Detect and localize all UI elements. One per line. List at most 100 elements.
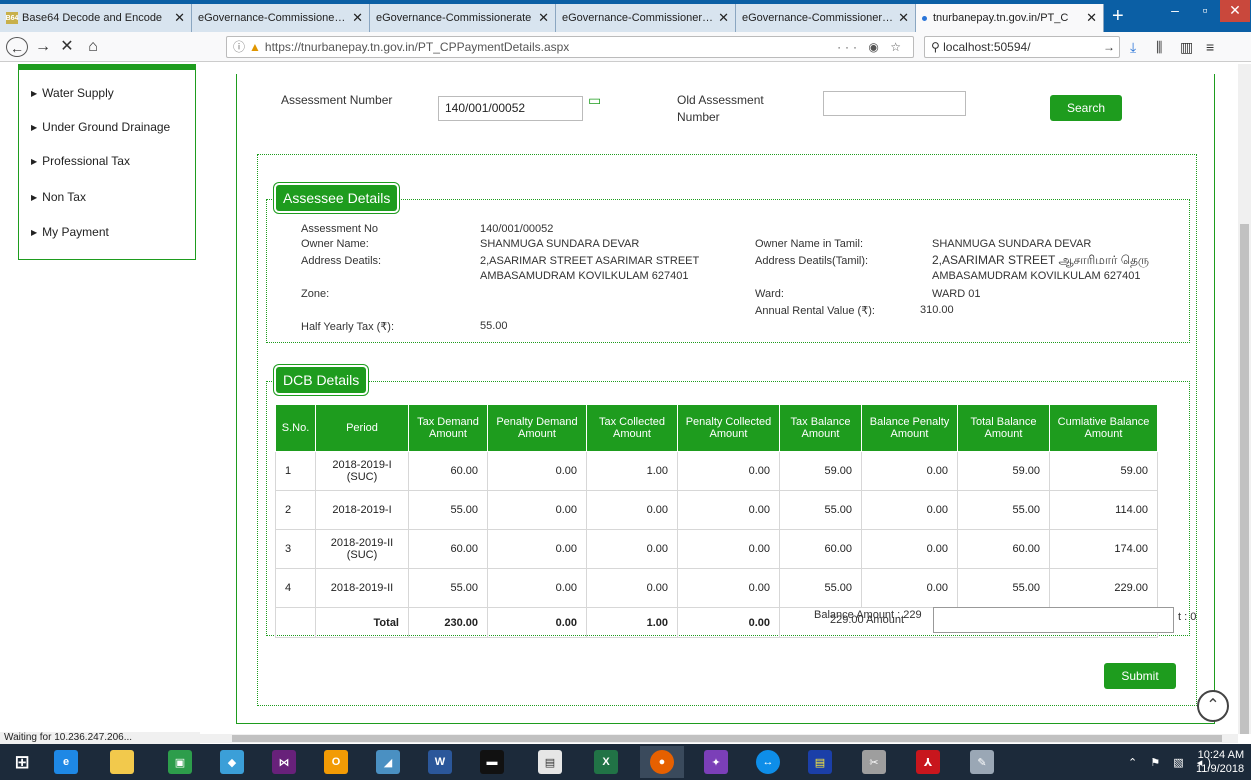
browser-tab[interactable]: eGovernance-Commissionerate ✕ [370, 4, 556, 32]
old-assessment-input[interactable] [823, 91, 966, 116]
assessment-number-input[interactable]: 140/001/00052 [438, 96, 583, 121]
browser-tab[interactable]: eGovernance-Commissionerate ✕ [192, 4, 370, 32]
col-header: Penalty Collected Amount [677, 404, 780, 452]
system-clock[interactable]: 10:24 AM 11/9/2018 [1196, 748, 1244, 776]
outlook-icon[interactable]: O [314, 746, 358, 778]
close-tab-icon[interactable]: ✕ [718, 10, 729, 26]
paint-icon[interactable]: ✎ [960, 746, 1004, 778]
network-icon[interactable]: ▧ [1173, 757, 1188, 769]
menu-item-my-payment[interactable]: ▶ My Payment [31, 225, 109, 239]
scroll-thumb[interactable] [1240, 224, 1249, 734]
snipping-tool-icon[interactable]: ✂ [852, 746, 896, 778]
address-bar[interactable]: ⓘ ▲ https://tnurbanepay.tn.gov.in/PT_CPPay… [226, 36, 914, 58]
search-icon: ⚲ [931, 40, 940, 54]
browser-tab-active[interactable]: tnurbanepay.tn.gov.in/PT_C ✕ [916, 4, 1104, 32]
back-arrow-icon[interactable]: ← [6, 37, 28, 57]
menu-icon[interactable]: ≡ [1206, 39, 1214, 55]
command-prompt-icon[interactable]: ▬ [470, 746, 514, 778]
home-icon[interactable]: ⌂ [82, 37, 104, 57]
close-tab-icon[interactable]: ✕ [898, 10, 909, 26]
acrobat-icon[interactable]: ⅄ [906, 746, 950, 778]
library-icon[interactable]: ⫼ [1156, 39, 1162, 56]
menu-item-non-tax[interactable]: ▶ Non Tax [31, 190, 86, 204]
close-tab-icon[interactable]: ✕ [1086, 10, 1097, 26]
col-header: Period [315, 404, 409, 452]
clock-time: 10:24 AM [1197, 749, 1245, 761]
scroll-thumb[interactable] [232, 735, 1222, 742]
notes-icon[interactable]: ▤ [798, 746, 842, 778]
table-cell: 0.00 [861, 451, 958, 491]
maximize-icon[interactable]: ▫ [1190, 0, 1220, 22]
vertical-scrollbar[interactable] [1238, 64, 1251, 734]
flag-icon[interactable]: ⚑ [1150, 757, 1165, 769]
menu-item-underground-drainage[interactable]: ▶ Under Ground Drainage [31, 120, 170, 134]
browser-tab[interactable]: B64 Base64 Decode and Encode ✕ [0, 4, 192, 32]
table-cell: 55.00 [957, 490, 1050, 530]
tab-title: tnurbanepay.tn.gov.in/PT_C [933, 12, 1069, 24]
owner-name-value: SHANMUGA SUNDARA DEVAR [480, 238, 640, 250]
page-actions-icon[interactable]: ··· [837, 40, 861, 54]
teamviewer-icon[interactable]: ↔ [746, 746, 790, 778]
stop-icon[interactable]: ✕ [56, 37, 78, 57]
table-cell: 2018-2019-II (SUC) [315, 529, 409, 569]
excel-icon[interactable]: X [584, 746, 628, 778]
app-icon[interactable]: ◢ [366, 746, 410, 778]
search-value: localhost:50594/ [943, 40, 1031, 54]
caret-right-icon: ▶ [31, 89, 38, 98]
search-input[interactable]: ⚲ localhost:50594/ → [924, 36, 1120, 58]
table-cell: 3 [275, 529, 316, 569]
close-tab-icon[interactable]: ✕ [538, 10, 549, 26]
go-arrow-icon[interactable]: → [1103, 37, 1115, 57]
windows-start-icon[interactable]: ⊞ [0, 746, 44, 778]
pocket-icon[interactable]: ◉ [868, 40, 882, 54]
window-close-icon[interactable]: ✕ [1220, 0, 1250, 22]
new-tab-icon[interactable]: + [1112, 6, 1124, 26]
base64-favicon-icon: B64 [6, 12, 18, 24]
table-cell: 0.00 [487, 529, 587, 569]
search-button[interactable]: Search [1050, 95, 1122, 121]
word-icon[interactable]: W [418, 746, 462, 778]
browser-tab[interactable]: eGovernance-Commissionerate ✕ [556, 4, 736, 32]
browser-nav-bar: ← → ✕ ⌂ ⓘ ▲ https://tnurbanepay.tn.gov.in/… [0, 32, 1251, 62]
table-cell: 0.00 [677, 490, 780, 530]
app-icon[interactable]: ◆ [210, 746, 254, 778]
visual-studio-icon[interactable]: ⋈ [262, 746, 306, 778]
minimize-icon[interactable]: – [1160, 0, 1190, 22]
loading-dot-icon [922, 15, 927, 21]
file-explorer-icon[interactable] [100, 746, 144, 778]
internet-explorer-icon[interactable]: e [44, 746, 88, 778]
store-icon[interactable]: ▣ [158, 746, 202, 778]
menu-item-professional-tax[interactable]: ▶ Professional Tax [31, 154, 130, 168]
sidebar-toggle-icon[interactable]: ▥ [1180, 39, 1193, 56]
table-cell: 2018-2019-I [315, 490, 409, 530]
scroll-to-top-icon[interactable]: ⌃ [1197, 690, 1229, 722]
menu-item-water-supply[interactable]: ▶ Water Supply [31, 86, 114, 100]
windows-taskbar: ⊞ e ▣ ◆ ⋈ O ◢ W ▬ ▤ X ● ✦ ↔ ▤ ✂ ⅄ ✎ ⌃ ⚑ … [0, 744, 1251, 780]
horizontal-scrollbar[interactable] [200, 734, 1238, 743]
caret-right-icon: ▶ [31, 193, 38, 202]
tray-expand-icon[interactable]: ⌃ [1128, 757, 1142, 769]
table-cell: 59.00 [957, 451, 1050, 491]
submit-button[interactable]: Submit [1104, 663, 1176, 689]
close-tab-icon[interactable]: ✕ [174, 10, 185, 26]
download-icon[interactable]: ⤓ [1130, 39, 1136, 56]
firefox-icon[interactable]: ● [640, 746, 684, 778]
caret-right-icon: ▶ [31, 157, 38, 166]
table-cell: 0.00 [861, 568, 958, 608]
close-tab-icon[interactable]: ✕ [352, 10, 363, 26]
amount-input[interactable] [933, 607, 1174, 633]
lookup-icon[interactable]: ▭ [588, 92, 601, 109]
table-cell: 174.00 [1049, 529, 1158, 569]
browser-tab[interactable]: eGovernance-Commissionerate ✕ [736, 4, 916, 32]
app-icon[interactable]: ▤ [528, 746, 572, 778]
old-assessment-label: Old Assessment [677, 93, 764, 107]
warning-lock-icon[interactable]: ▲ [249, 40, 261, 54]
app-icon[interactable]: ✦ [694, 746, 738, 778]
table-cell: 0.00 [487, 490, 587, 530]
table-cell: 60.00 [408, 529, 488, 569]
bookmark-star-icon[interactable]: ☆ [890, 40, 905, 54]
table-cell: 0.00 [861, 490, 958, 530]
zone-label: Zone: [301, 288, 330, 300]
info-icon[interactable]: ⓘ [233, 40, 245, 54]
forward-arrow-icon[interactable]: → [32, 37, 54, 57]
